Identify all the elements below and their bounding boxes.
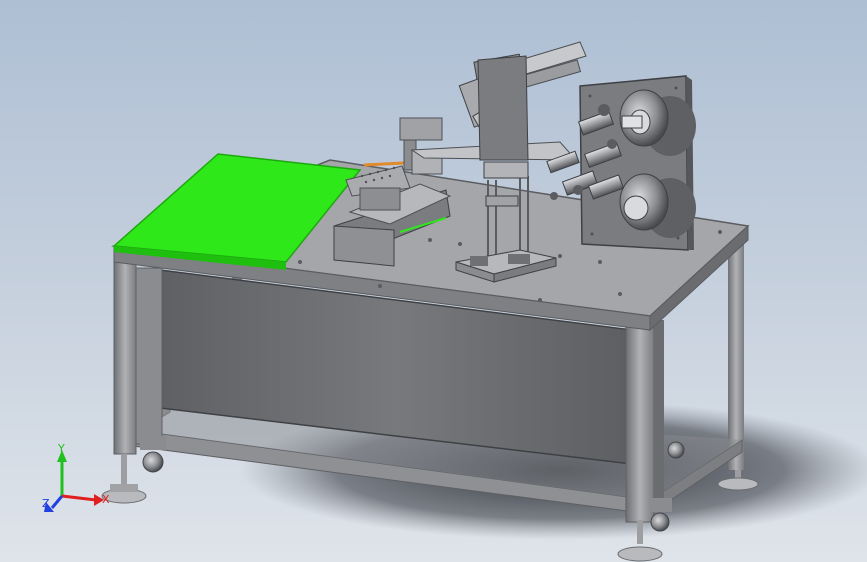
axis-triad bbox=[44, 450, 104, 512]
leg-front-right-side bbox=[654, 320, 664, 510]
cad-viewport[interactable]: Y X Z bbox=[0, 0, 867, 562]
caster-front-left bbox=[140, 436, 166, 473]
axis-label-x: X bbox=[102, 493, 110, 506]
machine-model[interactable]: Y X Z bbox=[0, 0, 867, 562]
leg-front-left bbox=[113, 261, 137, 455]
caster-back-right bbox=[667, 441, 685, 459]
axis-label-y: Y bbox=[57, 442, 65, 455]
axis-label-z: Z bbox=[42, 497, 50, 510]
leg-front-right bbox=[625, 321, 655, 523]
leg-front-left-inner bbox=[135, 267, 163, 445]
leg-back-right bbox=[728, 238, 744, 470]
